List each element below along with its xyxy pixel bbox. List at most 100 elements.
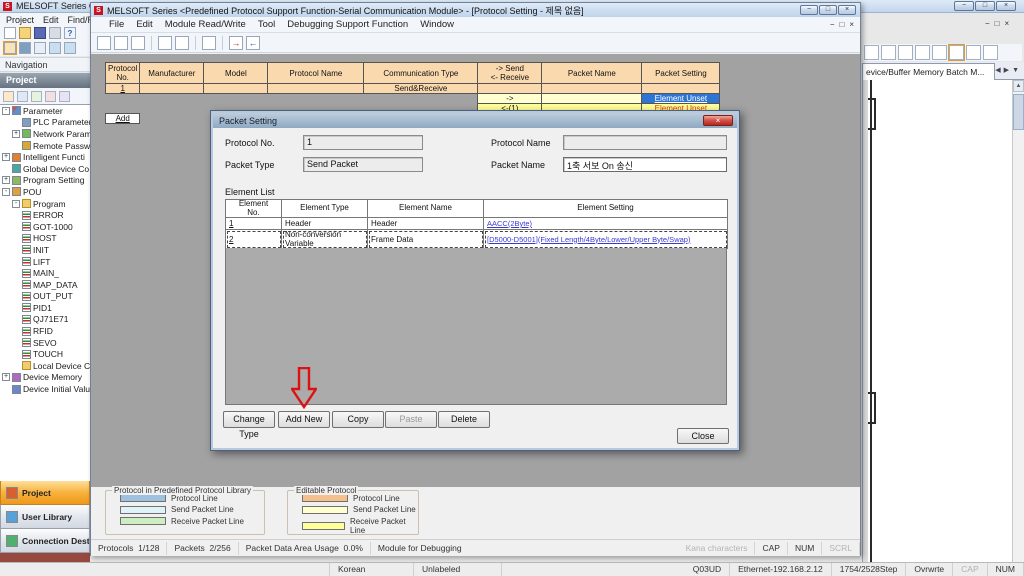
toolbar-icon[interactable] <box>932 45 947 60</box>
nav-button-user-library[interactable]: User Library <box>0 505 90 529</box>
expander-icon[interactable]: + <box>2 176 10 184</box>
menu-window[interactable]: Window <box>420 19 454 30</box>
nav-button-connection-destination[interactable]: Connection Destin <box>0 529 90 553</box>
cell-model[interactable] <box>204 84 268 94</box>
tab-scroll-controls[interactable]: ◀▶▼ <box>995 66 1022 74</box>
paste-icon[interactable] <box>175 36 189 50</box>
expander-icon[interactable]: + <box>12 130 20 138</box>
param-write-icon[interactable] <box>49 42 61 54</box>
expander-icon[interactable]: - <box>2 188 10 196</box>
tab-prev-icon[interactable]: ◀ <box>995 67 1003 74</box>
tree-item-pou[interactable]: -POU <box>0 186 90 198</box>
close-icon[interactable]: × <box>838 5 856 15</box>
read-from-module-icon[interactable]: ← <box>246 36 260 50</box>
tree-refresh-icon[interactable] <box>59 91 70 102</box>
tree-item-pid1[interactable]: PID1 <box>0 302 90 314</box>
toolbar-icon[interactable] <box>864 45 879 60</box>
packet-name-input[interactable]: 1축 서보 On 송신 <box>563 157 727 172</box>
new-icon[interactable] <box>97 36 111 50</box>
cell-communication-type[interactable]: Send&Receive <box>364 84 478 94</box>
ladder-editor-canvas[interactable] <box>862 80 1012 562</box>
tree-item-lift[interactable]: LIFT <box>0 256 90 268</box>
tree-item-device-initial[interactable]: Device Initial Valu <box>0 383 90 395</box>
tree-item-sevo[interactable]: SEVO <box>0 337 90 349</box>
add-protocol-link[interactable]: Add <box>116 114 130 123</box>
send-packet-name[interactable] <box>542 94 642 104</box>
write-to-module-icon[interactable]: → <box>229 36 243 50</box>
help-icon[interactable]: ? <box>64 27 76 39</box>
element-1-link[interactable]: 1 <box>229 219 233 228</box>
tab-device-buffer-memory[interactable]: evice/Buffer Memory Batch M... <box>862 63 995 80</box>
tree-item-program[interactable]: -Program <box>0 198 90 210</box>
menu-project[interactable]: Project <box>6 15 34 25</box>
menu-edit[interactable]: Edit <box>136 19 152 30</box>
tree-item-remote-password[interactable]: Remote Passw <box>0 140 90 152</box>
tree-item-rfid[interactable]: RFID <box>0 325 90 337</box>
vertical-scrollbar[interactable]: ▲ <box>1012 80 1024 562</box>
tree-item-device-memory[interactable]: +Device Memory <box>0 372 90 384</box>
nav-button-project[interactable]: Project <box>0 481 90 505</box>
expander-icon[interactable]: - <box>2 107 10 115</box>
toolbar-icon[interactable] <box>915 45 930 60</box>
tree-item-qj71e71[interactable]: QJ71E71 <box>0 314 90 326</box>
copy-button[interactable]: Copy <box>332 411 384 428</box>
tree-item-host[interactable]: HOST <box>0 233 90 245</box>
change-type-button[interactable]: Change Type <box>223 411 275 428</box>
toolbar-icon[interactable] <box>966 45 981 60</box>
tree-item-error[interactable]: ERROR <box>0 209 90 221</box>
cell-protocol-name[interactable] <box>268 84 364 94</box>
tree-item-out-put[interactable]: OUT_PUT <box>0 291 90 303</box>
window-layout-icon[interactable] <box>34 42 46 54</box>
module-config-icon[interactable] <box>19 42 31 54</box>
tree-item-network-parameter[interactable]: +Network Param <box>0 128 90 140</box>
open-icon[interactable] <box>114 36 128 50</box>
menu-tool[interactable]: Tool <box>258 19 275 30</box>
tree-item-intelligent-function[interactable]: +Intelligent Functi <box>0 151 90 163</box>
maximize-icon[interactable]: □ <box>975 1 995 11</box>
expander-icon[interactable]: + <box>2 373 10 381</box>
tree-item-parameter[interactable]: -Parameter <box>0 105 90 117</box>
param-verify-icon[interactable] <box>64 42 76 54</box>
tree-item-got1000[interactable]: GOT-1000 <box>0 221 90 233</box>
new-project-icon[interactable] <box>4 27 16 39</box>
close-icon[interactable]: × <box>703 115 733 126</box>
tree-item-plc-parameter[interactable]: PLC Parameter <box>0 117 90 129</box>
menu-module-read-write[interactable]: Module Read/Write <box>165 19 246 30</box>
element-1-setting-link[interactable]: AACC(2Byte) <box>487 219 532 228</box>
mdi-restore-icon[interactable]: □ <box>839 20 844 29</box>
close-button[interactable]: Close <box>677 428 729 444</box>
element-unset-link-send[interactable]: Element Unset <box>655 94 707 103</box>
tree-item-init[interactable]: INIT <box>0 244 90 256</box>
tree-paste-icon[interactable] <box>31 91 42 102</box>
open-project-icon[interactable] <box>19 27 31 39</box>
display-setting-icon[interactable] <box>202 36 216 50</box>
tree-copy-icon[interactable] <box>17 91 28 102</box>
toolbar-icon[interactable] <box>881 45 896 60</box>
toolbar-icon[interactable] <box>898 45 913 60</box>
menu-file[interactable]: File <box>109 19 124 30</box>
element-2-link[interactable]: 2 <box>229 235 233 244</box>
mdi-close-icon[interactable]: × <box>1005 19 1010 28</box>
save-project-icon[interactable] <box>34 27 46 39</box>
tree-item-local-device[interactable]: Local Device C <box>0 360 90 372</box>
monitor-mode-icon[interactable] <box>949 45 964 60</box>
maximize-icon[interactable]: □ <box>819 5 837 15</box>
mdi-close-icon[interactable]: × <box>849 20 854 29</box>
tree-item-touch[interactable]: TOUCH <box>0 348 90 360</box>
mdi-minimize-icon[interactable]: − <box>830 20 835 29</box>
tree-item-map-data[interactable]: MAP_DATA <box>0 279 90 291</box>
tree-new-icon[interactable] <box>3 91 14 102</box>
scrollbar-thumb[interactable] <box>1013 94 1024 130</box>
menu-debugging-support[interactable]: Debugging Support Function <box>287 19 408 30</box>
element-2-setting-link[interactable]: [D5000-D5001](Fixed Length/4Byte/Lower/U… <box>487 235 690 244</box>
tree-item-global-device[interactable]: Global Device Co <box>0 163 90 175</box>
cell-manufacturer[interactable] <box>140 84 204 94</box>
mdi-restore-icon[interactable]: □ <box>995 19 1000 28</box>
tree-item-main[interactable]: MAIN_ <box>0 267 90 279</box>
protocol-1-link[interactable]: 1 <box>120 84 124 93</box>
menu-edit[interactable]: Edit <box>43 15 59 25</box>
close-icon[interactable]: × <box>996 1 1016 11</box>
minimize-icon[interactable]: − <box>954 1 974 11</box>
tree-item-program-setting[interactable]: +Program Setting <box>0 175 90 187</box>
print-icon[interactable] <box>49 27 61 39</box>
